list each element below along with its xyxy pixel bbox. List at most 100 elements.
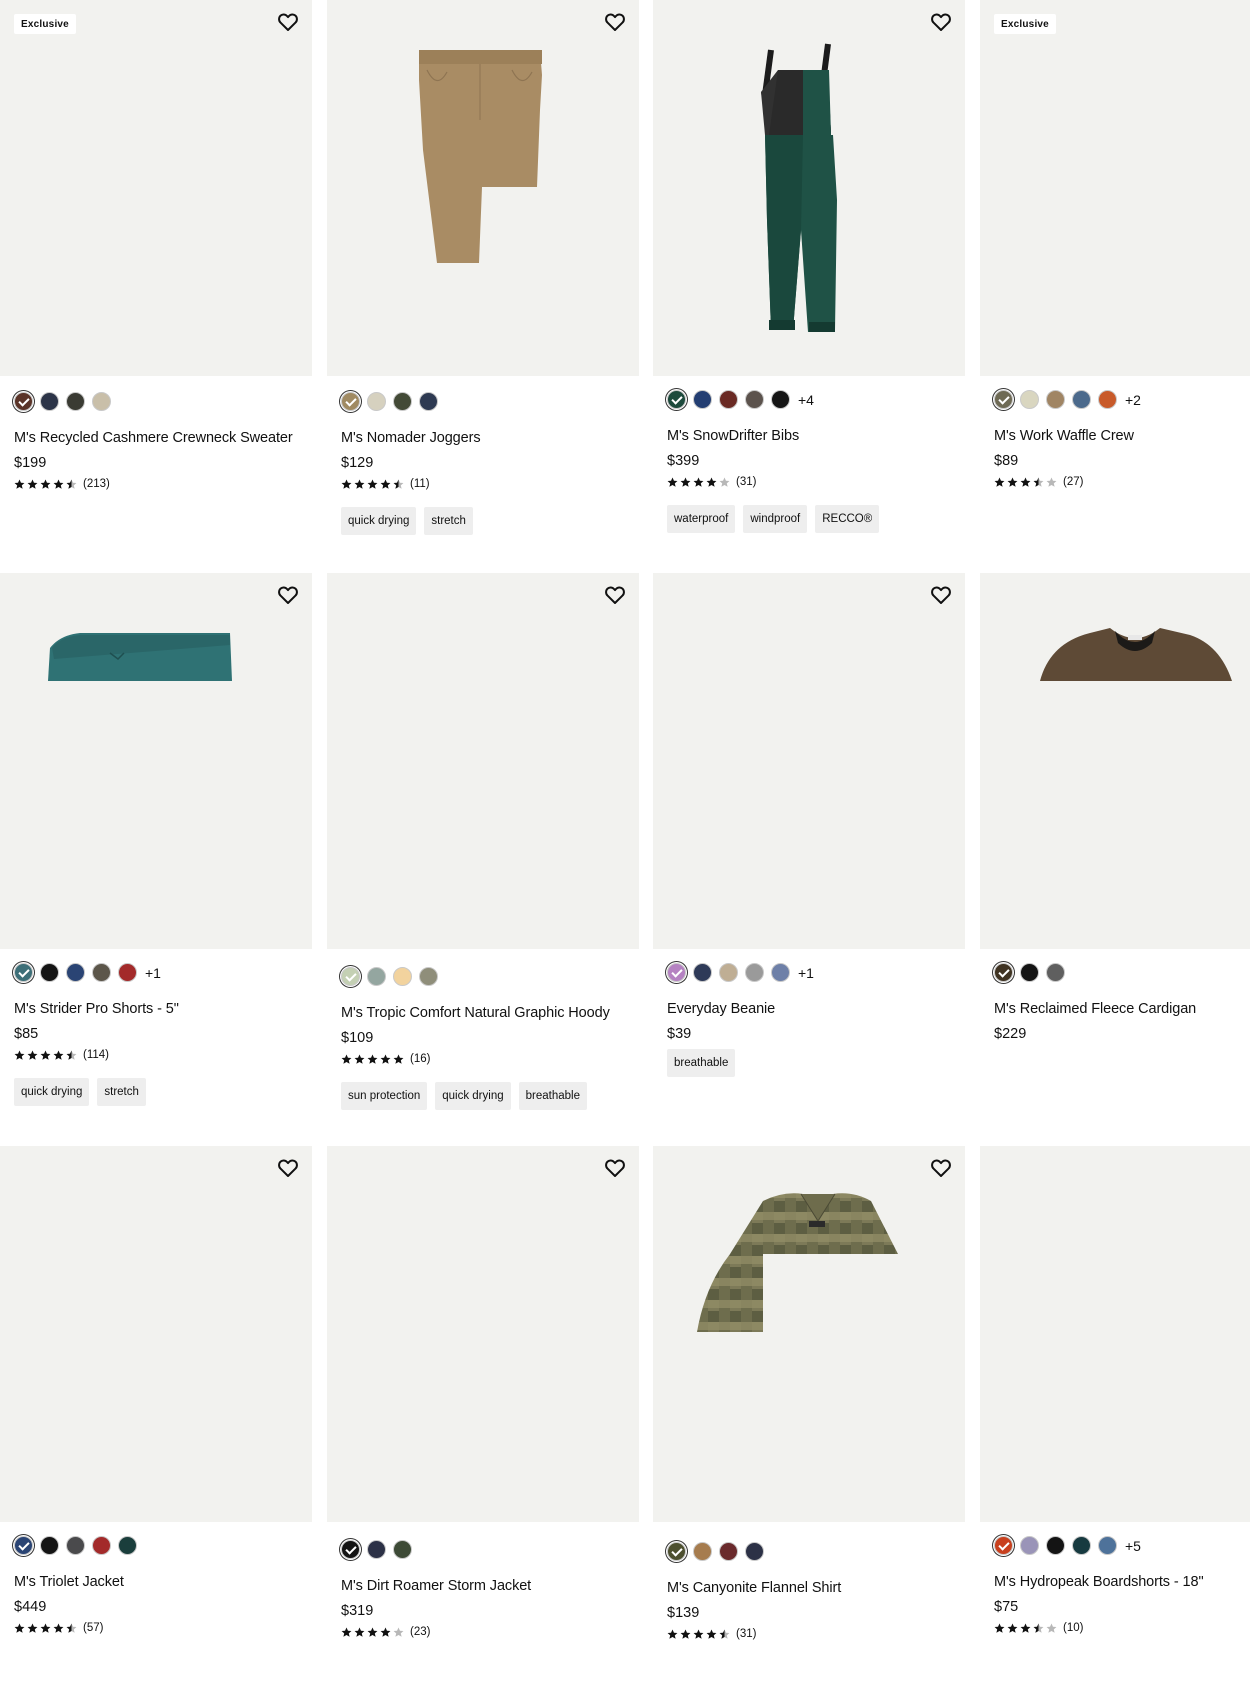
color-swatch[interactable] [419,392,438,411]
product-image-area[interactable] [327,1146,639,1522]
wishlist-heart-icon[interactable] [929,1156,953,1180]
color-swatch[interactable] [118,963,137,982]
color-swatch[interactable] [92,392,111,411]
feature-tag[interactable]: breathable [667,1049,736,1077]
color-swatch[interactable] [66,392,85,411]
product-card[interactable]: M's Canyonite Flannel Shirt $139 (31) [653,1146,965,1706]
product-card[interactable]: +4 M's SnowDrifter Bibs $399 (31) waterproof… [653,0,965,560]
product-name[interactable]: M's Recycled Cashmere Crewneck Sweater [14,430,293,446]
feature-tag[interactable]: quick drying [341,507,417,535]
wishlist-heart-icon[interactable] [276,10,300,34]
product-card[interactable]: M's Tropic Comfort Natural Graphic Hoody… [327,573,639,1133]
color-swatch[interactable] [1098,1536,1117,1555]
feature-tag[interactable]: RECCO® [815,505,880,533]
wishlist-heart-icon[interactable] [276,1156,300,1180]
product-card[interactable]: +5 M's Hydropeak Boardshorts - 18" $75 (10) [980,1146,1250,1706]
color-swatch[interactable] [667,963,686,982]
color-swatch[interactable] [693,1542,712,1561]
product-image-area[interactable] [0,573,312,949]
product-image-area[interactable] [653,1146,965,1522]
product-image-area[interactable] [980,573,1250,949]
color-swatch[interactable] [693,390,712,409]
product-image-area[interactable] [980,1146,1250,1522]
color-swatch[interactable] [14,392,33,411]
color-swatch[interactable] [1020,390,1039,409]
product-name[interactable]: M's Reclaimed Fleece Cardigan [994,1001,1196,1017]
wishlist-heart-icon[interactable] [929,10,953,34]
product-image-shorts[interactable] [0,573,312,949]
color-swatch[interactable] [745,963,764,982]
product-card[interactable]: Exclusive M's Recycled Cashmere Crewneck … [0,0,312,560]
product-image-area[interactable] [653,0,965,376]
feature-tag[interactable]: sun protection [341,1082,428,1110]
color-swatch[interactable] [1020,1536,1039,1555]
product-image-area[interactable]: Exclusive [980,0,1250,376]
feature-tag[interactable]: stretch [424,507,473,535]
product-card[interactable]: Exclusive +2 M's Work Waffle Crew $89 (27) [980,0,1250,560]
color-swatch[interactable] [393,967,412,986]
color-swatch[interactable] [341,967,360,986]
color-swatch[interactable] [367,392,386,411]
color-swatch[interactable] [40,1536,59,1555]
feature-tag[interactable]: windproof [743,505,808,533]
color-swatch[interactable] [667,1542,686,1561]
product-image-area[interactable] [653,573,965,949]
color-swatch[interactable] [771,963,790,982]
wishlist-heart-icon[interactable] [603,10,627,34]
more-colors-count[interactable]: +5 [1125,1538,1141,1554]
color-swatch[interactable] [118,1536,137,1555]
color-swatch[interactable] [745,1542,764,1561]
product-name[interactable]: M's Nomader Joggers [341,430,481,446]
feature-tag[interactable]: stretch [97,1078,146,1106]
product-name[interactable]: M's Work Waffle Crew [994,428,1134,444]
color-swatch[interactable] [745,390,764,409]
wishlist-heart-icon[interactable] [603,583,627,607]
product-name[interactable]: M's Dirt Roamer Storm Jacket [341,1578,531,1594]
color-swatch[interactable] [1046,1536,1065,1555]
more-colors-count[interactable]: +1 [798,965,814,981]
color-swatch[interactable] [367,1540,386,1559]
color-swatch[interactable] [14,963,33,982]
color-swatch[interactable] [1072,1536,1091,1555]
product-name[interactable]: M's Triolet Jacket [14,1574,124,1590]
color-swatch[interactable] [341,392,360,411]
more-colors-count[interactable]: +1 [145,965,161,981]
color-swatch[interactable] [1098,390,1117,409]
color-swatch[interactable] [92,963,111,982]
color-swatch[interactable] [40,392,59,411]
product-card[interactable]: M's Reclaimed Fleece Cardigan $229 [980,573,1250,1133]
color-swatch[interactable] [771,390,790,409]
color-swatch[interactable] [341,1540,360,1559]
product-name[interactable]: M's Strider Pro Shorts - 5" [14,1001,179,1017]
color-swatch[interactable] [14,1536,33,1555]
product-name[interactable]: M's SnowDrifter Bibs [667,428,799,444]
product-image-bibs[interactable] [653,0,965,376]
color-swatch[interactable] [1046,390,1065,409]
color-swatch[interactable] [393,392,412,411]
color-swatch[interactable] [40,963,59,982]
product-card[interactable]: M's Nomader Joggers $129 (11) quick drying s… [327,0,639,560]
product-image-area[interactable] [0,1146,312,1522]
color-swatch[interactable] [719,1542,738,1561]
color-swatch[interactable] [66,963,85,982]
color-swatch[interactable] [994,390,1013,409]
wishlist-heart-icon[interactable] [603,1156,627,1180]
color-swatch[interactable] [994,1536,1013,1555]
color-swatch[interactable] [994,963,1013,982]
feature-tag[interactable]: quick drying [14,1078,90,1106]
product-name[interactable]: Everyday Beanie [667,1001,775,1017]
product-card[interactable]: +1 Everyday Beanie $39 breathable [653,573,965,1133]
color-swatch[interactable] [367,967,386,986]
feature-tag[interactable]: quick drying [435,1082,511,1110]
product-name[interactable]: M's Tropic Comfort Natural Graphic Hoody [341,1005,610,1021]
color-swatch[interactable] [1046,963,1065,982]
product-name[interactable]: M's Canyonite Flannel Shirt [667,1580,841,1596]
color-swatch[interactable] [719,963,738,982]
product-card[interactable]: +1 M's Strider Pro Shorts - 5" $85 (114) qui… [0,573,312,1133]
product-image-cardigan[interactable] [980,573,1250,949]
product-name[interactable]: M's Hydropeak Boardshorts - 18" [994,1574,1204,1590]
feature-tag[interactable]: breathable [518,1082,587,1110]
product-image-area[interactable] [327,0,639,376]
color-swatch[interactable] [393,1540,412,1559]
feature-tag[interactable]: waterproof [667,505,736,533]
